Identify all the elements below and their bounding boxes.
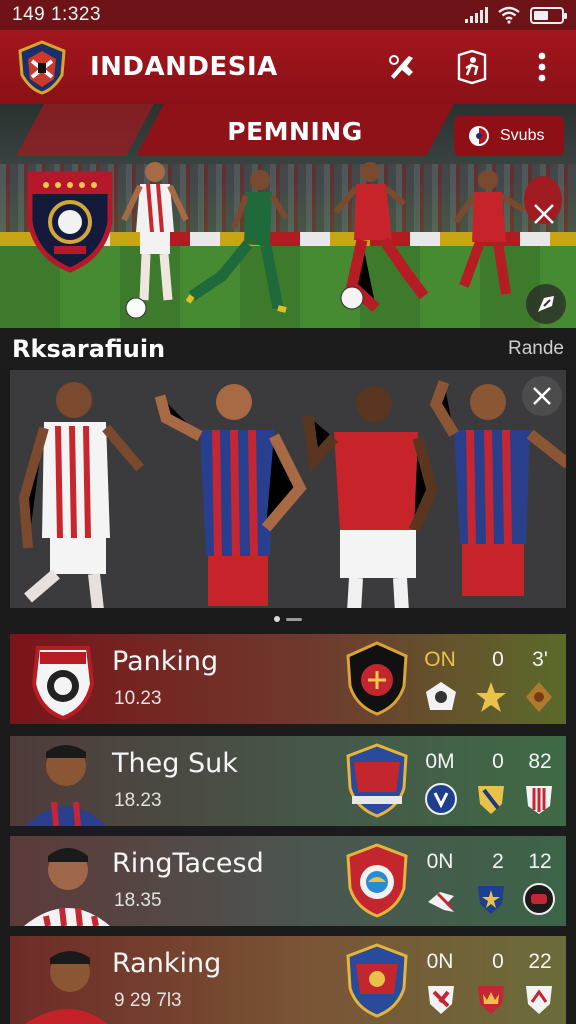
- list-item[interactable]: Ranking 9 29 7l3 0N 0 22: [10, 936, 566, 1024]
- player-avatar: [25, 951, 108, 1024]
- app-actions: [382, 47, 562, 87]
- round-badge-icon: [425, 783, 457, 815]
- carousel-player-2[interactable]: [144, 378, 314, 608]
- club-icon: [469, 126, 489, 146]
- stat-status: 0N: [426, 850, 454, 873]
- stat-status: 0M: [425, 750, 455, 773]
- striped-badge-icon: [526, 786, 552, 814]
- player-green-kit: [186, 170, 289, 313]
- player-red-kit-2: [453, 170, 526, 295]
- stat-score: 0: [492, 648, 504, 671]
- hero-dismiss-icon[interactable]: [524, 194, 564, 234]
- section-header: Rksarafiuin Rande: [0, 328, 576, 370]
- opponent-crest-icon: [346, 943, 408, 1018]
- player-red-kit-1: [333, 162, 429, 313]
- kick-badge-icon: [428, 892, 454, 912]
- player-avatar: [26, 745, 106, 826]
- status-bar: 149 1:323: [0, 0, 576, 30]
- item-name: Panking: [112, 646, 219, 677]
- carousel-close-icon[interactable]: [522, 376, 562, 416]
- kick-icon[interactable]: [382, 47, 422, 87]
- stat-status: ON: [424, 648, 456, 671]
- item-time: 10.23: [114, 688, 162, 709]
- player-card-icon[interactable]: [452, 47, 492, 87]
- star-shield-icon: [478, 886, 504, 914]
- stat-score: 2: [492, 850, 504, 873]
- clubs-button[interactable]: Svubs: [454, 116, 564, 156]
- battery-icon: [530, 6, 567, 24]
- stat-minute: 22: [528, 950, 552, 973]
- list-item[interactable]: RingTacesd 18.35 0N 2 12: [10, 836, 566, 926]
- opponent-crest-icon: [346, 843, 408, 918]
- player-white-kit: [121, 162, 189, 319]
- more-options-icon[interactable]: [522, 47, 562, 87]
- stat-minute: 3': [532, 648, 548, 671]
- carousel-player-1[interactable]: [14, 378, 154, 608]
- item-time: 9 29 7l3: [114, 990, 182, 1011]
- star-badge-icon: [476, 682, 506, 712]
- section-title: Rksarafiuin: [12, 335, 166, 363]
- crown-badge-icon: [478, 986, 504, 1014]
- red-shield-icon: [428, 986, 454, 1014]
- badge-white-icon: [426, 682, 456, 710]
- carousel-pagination: [0, 612, 576, 626]
- list-item[interactable]: Panking 10.23 ON 0 3': [10, 634, 566, 724]
- section-link[interactable]: Rande: [508, 338, 564, 360]
- stat-score: 0: [492, 750, 504, 773]
- hero-banner-stripe: [16, 104, 154, 156]
- signal-icon: [465, 7, 488, 23]
- shield-badge-icon: [478, 786, 504, 814]
- item-name: RingTacesd: [112, 848, 264, 879]
- hero-banner[interactable]: PEMNING Svubs: [0, 104, 576, 328]
- stat-status: 0N: [426, 950, 454, 973]
- white-shield-icon: [526, 986, 552, 1014]
- list-item[interactable]: Theg Suk 18.23 0M 0 82: [10, 736, 566, 826]
- item-name: Theg Suk: [112, 748, 238, 779]
- item-time: 18.35: [114, 890, 162, 911]
- round-red-badge-icon: [523, 883, 555, 915]
- app-bar: INDANDESIA: [0, 30, 576, 104]
- opponent-crest-icon: [346, 641, 408, 716]
- players-carousel[interactable]: [10, 370, 566, 608]
- wifi-icon: [498, 6, 520, 24]
- stat-score: 0: [492, 950, 504, 973]
- opponent-crest-icon: [346, 743, 408, 818]
- stat-minute: 12: [528, 850, 552, 873]
- team-logo-icon[interactable]: [14, 39, 70, 95]
- share-icon[interactable]: [526, 284, 566, 324]
- stat-minute: 82: [528, 750, 552, 773]
- hero-title: PEMNING: [227, 117, 363, 146]
- club-crest-icon: [27, 171, 113, 273]
- app-title: INDANDESIA: [90, 52, 278, 82]
- player-avatar: [24, 848, 110, 926]
- item-name: Ranking: [112, 948, 222, 979]
- pagination-dot-active[interactable]: [274, 616, 280, 622]
- status-icons: [465, 6, 567, 24]
- item-time: 18.23: [114, 790, 162, 811]
- gold-badge-icon: [526, 682, 552, 712]
- clubs-button-label: Svubs: [500, 127, 545, 144]
- status-time: 149 1:323: [12, 4, 102, 25]
- pagination-dash[interactable]: [286, 617, 302, 621]
- club-badge-icon: [31, 646, 95, 721]
